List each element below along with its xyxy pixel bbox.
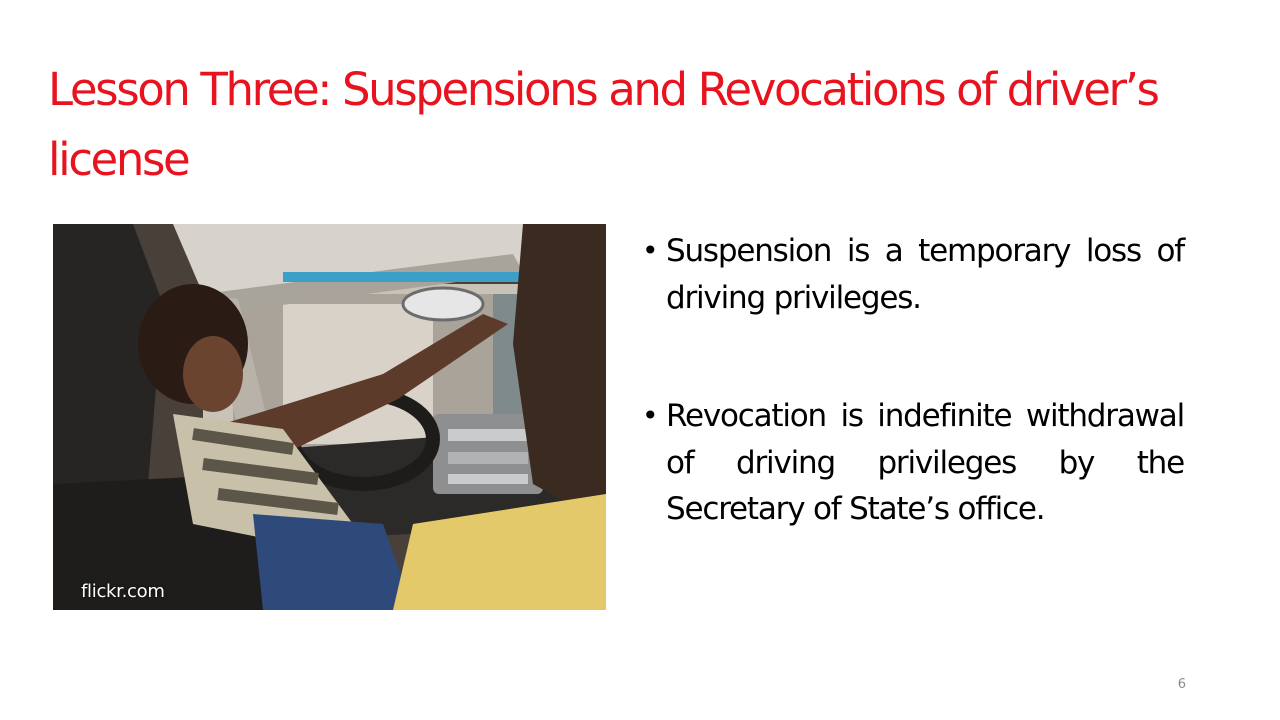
page-number: 6 xyxy=(1177,677,1186,692)
bullet-list: • Suspension is a temporary loss of driv… xyxy=(642,228,1185,533)
photo-credit: flickr.com xyxy=(81,581,165,602)
bullet-text: Revocation is indefinite withdrawal of d… xyxy=(666,398,1185,527)
bullet-text: Suspension is a temporary loss of drivin… xyxy=(666,233,1185,316)
slide-title: Lesson Three: Suspensions and Revocation… xyxy=(48,63,1160,186)
bullet-marker: • xyxy=(642,399,659,432)
bullet-revocation: • Revocation is indefinite withdrawal of… xyxy=(642,393,1185,533)
bullet-marker: • xyxy=(642,234,659,267)
bullet-suspension: • Suspension is a temporary loss of driv… xyxy=(642,228,1185,321)
car-interior-illustration xyxy=(53,224,606,610)
driver-photo: flickr.com xyxy=(53,224,606,610)
